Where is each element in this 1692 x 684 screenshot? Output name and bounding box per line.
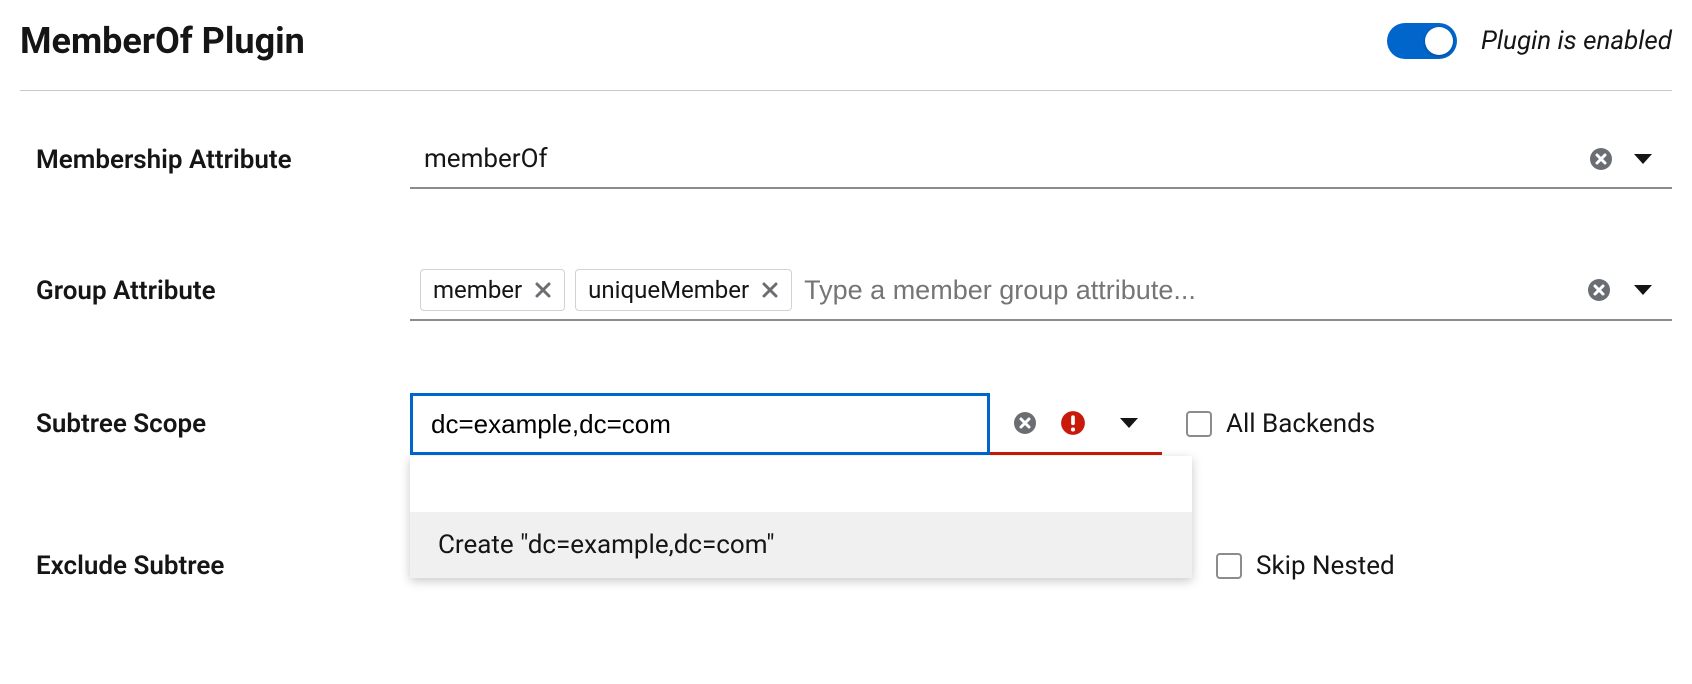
toggle-knob	[1425, 27, 1453, 55]
row-subtree-scope: Subtree Scope Create "dc=example,dc=com"	[20, 393, 1672, 455]
clear-icon[interactable]	[1588, 146, 1614, 172]
group-attribute-multiselect[interactable]: member uniqueMember	[410, 261, 1672, 321]
dropdown-blank-row[interactable]	[410, 456, 1192, 512]
row-group-attribute: Group Attribute member uniqueMember	[20, 261, 1672, 321]
header-right: Plugin is enabled	[1387, 23, 1672, 59]
membership-attribute-value: memberOf	[424, 144, 1580, 174]
subtree-scope-icon-group	[990, 393, 1162, 455]
subtree-scope-combobox: Create "dc=example,dc=com"	[410, 393, 1162, 455]
label-membership-attribute: Membership Attribute	[20, 145, 410, 175]
all-backends-checkbox-wrap: All Backends	[1186, 409, 1375, 439]
membership-attribute-select[interactable]: memberOf	[410, 131, 1672, 189]
tag-member: member	[420, 269, 565, 311]
tag-label: uniqueMember	[588, 276, 749, 304]
tag-label: member	[433, 276, 522, 304]
plugin-enable-toggle[interactable]	[1387, 23, 1457, 59]
skip-nested-checkbox[interactable]	[1216, 553, 1242, 579]
caret-down-icon[interactable]	[1120, 418, 1138, 428]
all-backends-checkbox[interactable]	[1186, 411, 1212, 437]
skip-nested-label: Skip Nested	[1256, 551, 1395, 581]
plugin-status-text: Plugin is enabled	[1481, 26, 1672, 56]
tag-uniquemember: uniqueMember	[575, 269, 792, 311]
label-exclude-subtree: Exclude Subtree	[20, 551, 410, 581]
error-icon	[1060, 410, 1086, 436]
close-icon[interactable]	[761, 281, 779, 299]
close-icon[interactable]	[534, 281, 552, 299]
caret-down-icon[interactable]	[1634, 285, 1652, 295]
label-group-attribute: Group Attribute	[20, 276, 410, 306]
group-attribute-input[interactable]	[802, 274, 1576, 307]
skip-nested-checkbox-wrap: Skip Nested	[1216, 551, 1395, 581]
label-subtree-scope: Subtree Scope	[20, 409, 410, 439]
subtree-scope-dropdown: Create "dc=example,dc=com"	[410, 456, 1192, 578]
clear-icon[interactable]	[1012, 410, 1038, 436]
page-title: MemberOf Plugin	[20, 20, 305, 62]
clear-icon[interactable]	[1586, 277, 1612, 303]
dropdown-create-option[interactable]: Create "dc=example,dc=com"	[410, 512, 1192, 578]
all-backends-label: All Backends	[1226, 409, 1375, 439]
subtree-scope-input[interactable]	[410, 393, 990, 455]
caret-down-icon[interactable]	[1634, 154, 1652, 164]
row-membership-attribute: Membership Attribute memberOf	[20, 131, 1672, 189]
page-header: MemberOf Plugin Plugin is enabled	[20, 20, 1672, 91]
